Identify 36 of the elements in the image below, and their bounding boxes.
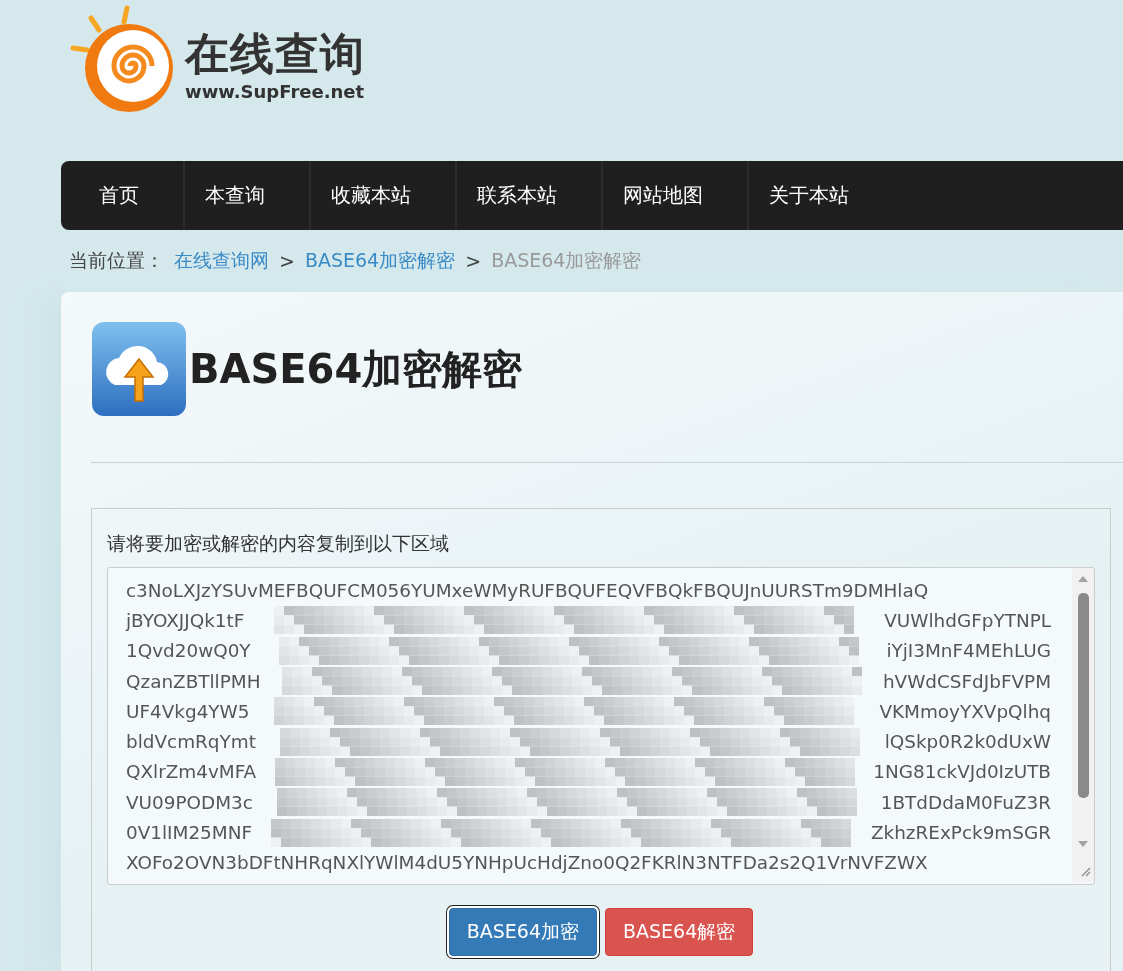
cloud-upload-icon bbox=[91, 321, 187, 417]
breadcrumb-current: BASE64加密解密 bbox=[491, 248, 642, 273]
text-line-end: hVWdCSFdJbFVPM bbox=[882, 670, 1051, 692]
text-line-end: VUWlhdGFpYTNPL bbox=[884, 609, 1051, 631]
text-line-end: ZkhzRExPck9mSGR bbox=[870, 822, 1051, 843]
text-line-start: jBYOXJJQk1tF bbox=[126, 609, 245, 631]
text-area[interactable] bbox=[107, 567, 1095, 885]
nav-link[interactable]: 网站地图 bbox=[601, 161, 723, 230]
nav-link[interactable]: 收藏本站 bbox=[309, 161, 431, 230]
site-logo-title: 在线查询 bbox=[185, 28, 365, 80]
text-line-end: 1NG81ckVJd0IzUTB bbox=[873, 761, 1051, 783]
text-line: XOFo2OVN3bDFtNHRqNXlYWlM4dU5YNHpUcHdjZno0Q2FKRlN3NTFDa2s2Q1VrNVFZWX bbox=[126, 852, 928, 874]
field-label: 请将要加密或解密的内容复制到以下区域 bbox=[107, 531, 450, 556]
text-line-start: VU09PODM3c bbox=[126, 791, 253, 813]
page-title: BASE64加密解密 bbox=[189, 344, 523, 394]
text-line-end: 1BTdDdaM0FuZ3R bbox=[880, 791, 1051, 813]
site-url: www.SupFree.net bbox=[185, 80, 365, 104]
text-line-start: bldVcmRqYmt bbox=[126, 731, 256, 753]
breadcrumb-separator: > bbox=[465, 250, 482, 272]
text-line-end: iYjI3MnF4MEhLUG bbox=[886, 640, 1051, 662]
text-line-start: UF4Vkg4YW5 bbox=[126, 700, 250, 722]
breadcrumb-separator: > bbox=[279, 250, 295, 272]
decode-button[interactable]: BASE64解密 bbox=[605, 908, 754, 956]
nav-link[interactable]: 关于本站 bbox=[747, 161, 869, 230]
nav-link[interactable]: 本查询 bbox=[183, 161, 285, 230]
nav-link[interactable]: 首页 bbox=[79, 161, 159, 230]
text-line-start: 1Qvd20wQ0Y bbox=[126, 640, 251, 662]
nav-link[interactable]: 联系本站 bbox=[455, 161, 577, 230]
text-line: c3NoLXJzYSUvMEFBQUFCM056YUMxeWMyRUFBQUFEQVFBQkFBQUJnUURSTm9DMHlaQ bbox=[126, 579, 929, 601]
text-line-start: QzanZBTllPMH bbox=[126, 670, 261, 692]
breadcrumb-label: 当前位置： bbox=[69, 248, 164, 273]
text-line-start: 0V1lIM25MNF bbox=[126, 822, 252, 843]
text-line-end: VKMmoyYXVpQlhq bbox=[879, 700, 1051, 722]
text-line-end: lQSkp0R2k0dUxW bbox=[884, 731, 1051, 753]
text-line-start: QXlrZm4vMFA bbox=[126, 761, 257, 783]
encode-button[interactable]: BASE64加密 bbox=[448, 908, 597, 956]
